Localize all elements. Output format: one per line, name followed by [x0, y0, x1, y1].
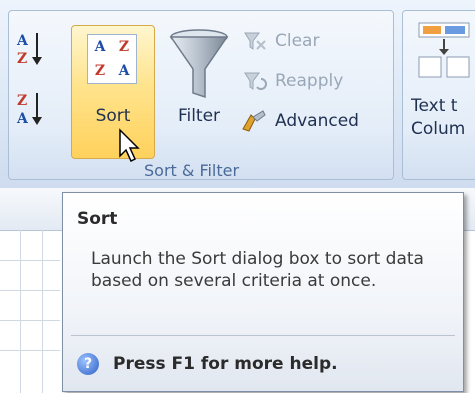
sort-z-to-a-button[interactable]: Z A — [11, 85, 55, 131]
tooltip-description: Launch the Sort dialog box to sort data … — [91, 249, 424, 291]
sort-z-to-a-icon: Z A — [16, 93, 42, 127]
sort-a-to-z-button[interactable]: A Z — [11, 25, 55, 71]
text-to-columns-label-line2: Colum — [411, 119, 466, 139]
sort-filter-group: A Z Z A A Z Z A Sort Filter Clear Reappl… — [8, 10, 394, 180]
sort-tooltip: Sort Launch the Sort dialog box to sort … — [62, 192, 464, 392]
advanced-filter-icon — [242, 110, 266, 132]
svg-text:A: A — [16, 33, 29, 49]
svg-text:A: A — [16, 111, 29, 127]
advanced-label: Advanced — [275, 111, 359, 131]
reapply-filter-icon — [244, 72, 267, 90]
clear-label: Clear — [275, 31, 320, 51]
advanced-button[interactable]: Advanced — [241, 107, 359, 135]
sort-a-to-z-icon: A Z — [16, 33, 42, 67]
grid-line — [0, 260, 60, 261]
filter-button-label: Filter — [177, 106, 221, 126]
text-to-columns-icon — [418, 22, 470, 78]
tooltip-title: Sort — [77, 209, 118, 229]
tooltip-divider — [71, 335, 455, 336]
grid-line — [0, 350, 60, 351]
mouse-pointer-icon — [119, 128, 140, 163]
clear-filter-icon — [244, 32, 266, 50]
sort-button-label: Sort — [95, 106, 131, 126]
grid-line — [20, 230, 21, 393]
sort-filter-group-label: Sort & Filter — [144, 161, 240, 180]
sort-icon-cell: Z — [118, 39, 130, 55]
sort-icon-cell: A — [94, 39, 106, 55]
svg-text:Z: Z — [17, 93, 27, 109]
sort-icon-cell: A — [118, 63, 130, 79]
sort-icon-cell: Z — [94, 63, 106, 79]
reapply-button[interactable]: Reapply — [241, 67, 343, 95]
clear-button[interactable]: Clear — [241, 27, 319, 55]
data-tools-group: Text t Colum — [402, 10, 475, 180]
tooltip-help-text: Press F1 for more help. — [113, 354, 338, 374]
filter-button[interactable]: Filter — [164, 25, 234, 135]
svg-text:Z: Z — [17, 51, 27, 67]
ribbon: A Z Z A A Z Z A Sort Filter Clear Reappl… — [0, 0, 475, 188]
funnel-icon — [169, 29, 229, 99]
grid-line — [0, 290, 60, 291]
reapply-label: Reapply — [275, 71, 344, 91]
grid-line — [42, 230, 43, 393]
sort-dialog-icon: A Z Z A — [87, 34, 137, 84]
help-icon: ? — [77, 353, 99, 375]
text-to-columns-label-line1: Text t — [411, 96, 458, 116]
text-to-columns-button[interactable]: Text t Colum — [403, 11, 475, 161]
grid-line — [0, 320, 60, 321]
